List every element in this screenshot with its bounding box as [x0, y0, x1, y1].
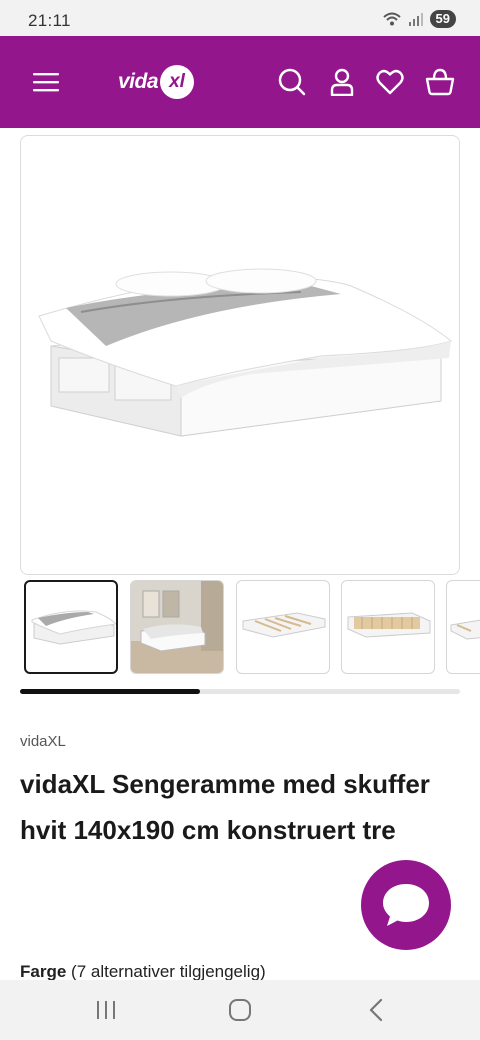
color-alternatives: (7 alternativer tilgjengelig) [71, 962, 266, 981]
thumbnail-5[interactable] [446, 580, 480, 674]
vidaxl-logo[interactable]: vida xl [118, 62, 208, 102]
thumbnail-2[interactable] [130, 580, 224, 674]
wifi-icon [382, 12, 401, 26]
home-icon[interactable] [200, 980, 280, 1040]
menu-icon[interactable] [28, 36, 64, 128]
bed-illustration [38, 268, 453, 437]
status-bar: 21:11 59 [0, 0, 480, 36]
battery-indicator: 59 [429, 10, 456, 28]
search-icon[interactable] [274, 36, 310, 128]
main-product-image[interactable] [20, 135, 460, 575]
account-icon[interactable] [324, 36, 360, 128]
product-brand[interactable]: vidaXL [20, 733, 66, 750]
back-icon[interactable] [336, 980, 416, 1040]
heart-icon[interactable] [372, 36, 408, 128]
chat-button[interactable] [361, 860, 451, 950]
recent-apps-icon[interactable] [66, 980, 146, 1040]
thumbnail-3[interactable] [236, 580, 330, 674]
product-title: vidaXL Sengeramme med skuffer hvit 140x1… [20, 769, 430, 845]
thumbnail-1[interactable] [24, 580, 118, 674]
color-label: Farge [20, 962, 67, 981]
basket-icon[interactable] [422, 36, 458, 128]
chat-bubble-icon [383, 884, 429, 926]
thumbnail-4[interactable] [341, 580, 435, 674]
color-selector-heading[interactable]: Farge (7 alternativer tilgjengelig) [20, 962, 266, 982]
thumbnail-strip[interactable] [24, 580, 480, 676]
site-header: vida xl [0, 36, 480, 128]
system-nav-bar [0, 980, 480, 1040]
status-time: 21:11 [28, 11, 71, 30]
signal-icon [408, 13, 423, 26]
gallery-scroll-track[interactable] [20, 689, 460, 694]
gallery-scroll-thumb[interactable] [20, 689, 201, 694]
